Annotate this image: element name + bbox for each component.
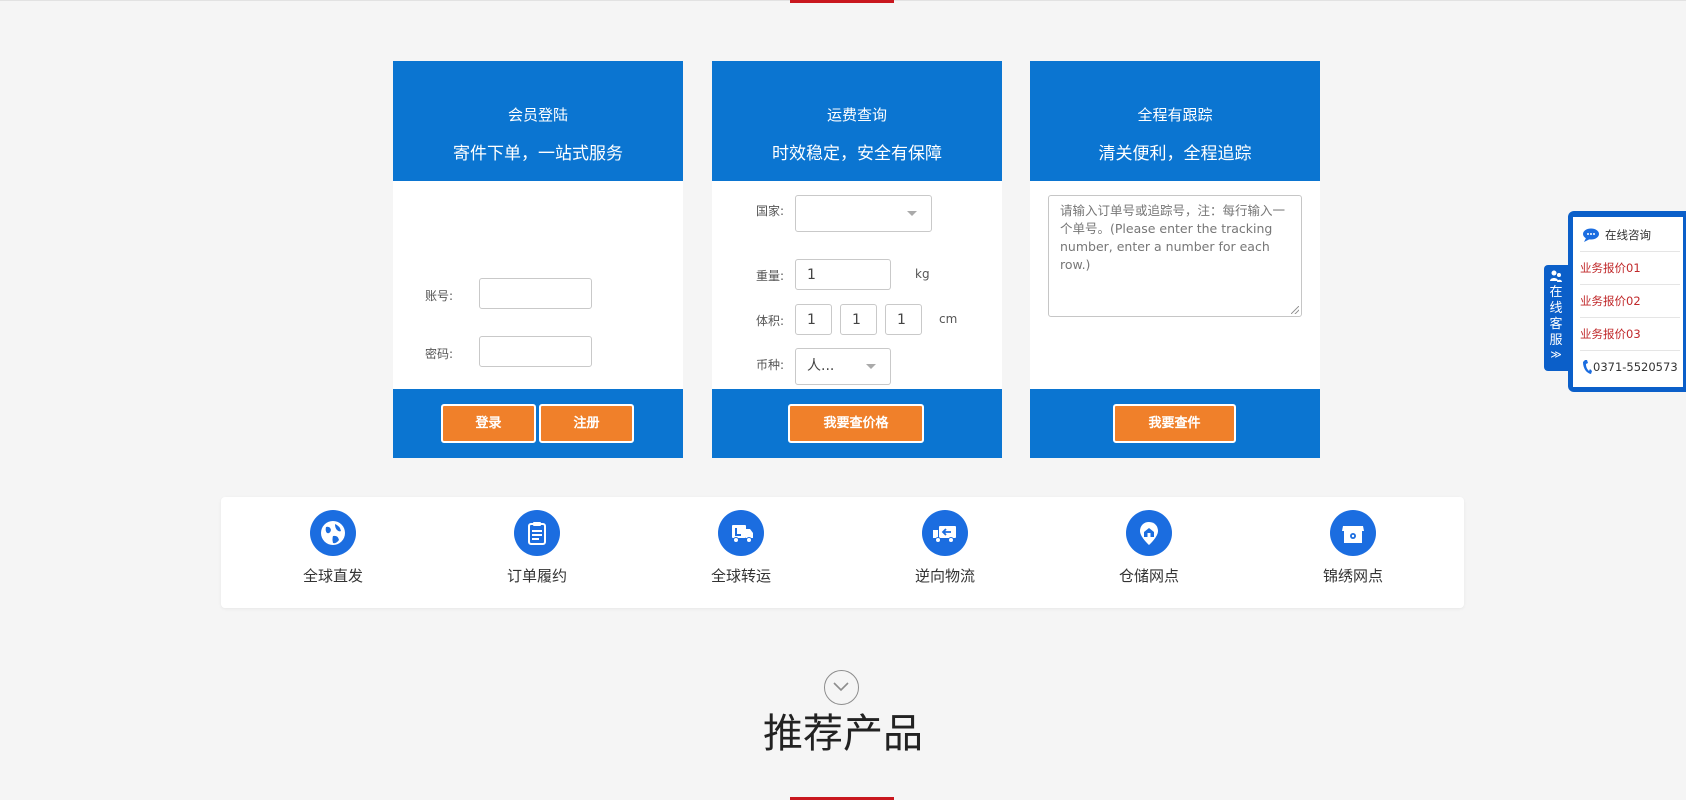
chevron-down-icon [907,211,917,216]
scroll-down-button[interactable] [824,670,859,705]
account-input[interactable] [479,278,592,309]
resize-handle-icon[interactable] [1291,306,1299,314]
feature-label: 订单履约 [506,567,567,585]
country-select[interactable] [795,195,932,232]
weight-unit: kg [915,267,930,281]
login-card-header: 会员登陆 寄件下单，一站式服务 [393,61,683,181]
account-label: 账号: [425,289,454,303]
feature-item-warehouse-points[interactable]: 仓储网点 [1084,510,1214,586]
tracking-placeholder: 请输入订单号或追踪号，注：每行输入一个单号。(Please enter the … [1060,203,1286,272]
feature-item-order-fulfillment[interactable]: 订单履约 [472,510,602,586]
login-card-footer: 登录 注册 [393,389,683,458]
login-button[interactable]: 登录 [441,404,536,443]
feature-label: 锦绣网点 [1322,567,1383,585]
online-service-tab-label: 在线客服 [1549,285,1563,348]
feature-label: 逆向物流 [914,567,975,585]
freight-card-subtitle: 时效稳定，安全有保障 [772,144,942,164]
store-icon [1330,510,1376,556]
chat-bubble-icon [1583,228,1599,242]
online-consult-row[interactable]: 在线咨询 [1580,219,1680,252]
feature-item-reverse-logistics[interactable]: 逆向物流 [880,510,1010,586]
password-label: 密码: [425,347,454,361]
query-price-button[interactable]: 我要查价格 [788,404,924,443]
feature-label: 全球转运 [710,567,771,585]
online-consult-label: 在线咨询 [1605,228,1651,242]
tracking-card: 全程有跟踪 清关便利，全程追踪 请输入订单号或追踪号，注：每行输入一个单号。(P… [1030,61,1320,458]
register-button[interactable]: 注册 [539,404,634,443]
tracking-card-subtitle: 清关便利，全程追踪 [1098,144,1252,164]
reverse-truck-icon [922,510,968,556]
login-card: 会员登陆 寄件下单，一站式服务 账号: 密码: 登录 注册 [393,61,683,458]
country-label: 国家: [756,204,785,218]
quote-link-02[interactable]: 业务报价02 [1580,285,1680,318]
feature-item-global-forwarding[interactable]: 全球转运 [676,510,806,586]
freight-card-title: 运费查询 [826,106,887,124]
globe-icon [310,510,356,556]
quote-link-01[interactable]: 业务报价01 [1580,252,1680,285]
login-card-subtitle: 寄件下单，一站式服务 [453,144,623,164]
tracking-card-footer: 我要查件 [1030,389,1320,458]
weight-input[interactable]: 1 [795,259,891,290]
chevron-down-icon [866,364,876,369]
tracking-card-title: 全程有跟踪 [1137,106,1213,124]
top-accent-bar [790,0,894,3]
chevron-down-icon [833,682,849,692]
feature-item-global-direct[interactable]: 全球直发 [268,510,398,586]
currency-select-value: 人... [807,358,835,374]
quote-link-03[interactable]: 业务报价03 [1580,318,1680,351]
clipboard-icon [514,510,560,556]
query-tracking-button[interactable]: 我要查件 [1113,404,1236,443]
freight-card-header: 运费查询 时效稳定，安全有保障 [712,61,1002,181]
phone-row[interactable]: 0371-5520573 [1580,351,1680,383]
password-input[interactable] [479,336,592,367]
volume-length-input[interactable]: 1 [795,304,832,335]
online-service-tab[interactable]: 在线客服 ≫ [1544,265,1568,371]
tracking-card-header: 全程有跟踪 清关便利，全程追踪 [1030,61,1320,181]
freight-card-footer: 我要查价格 [712,389,1002,458]
tracking-number-textarea[interactable]: 请输入订单号或追踪号，注：每行输入一个单号。(Please enter the … [1048,195,1302,317]
feature-item-jinxiu-points[interactable]: 锦绣网点 [1288,510,1418,586]
feature-label: 仓储网点 [1118,567,1179,585]
weight-label: 重量: [756,269,785,283]
login-card-title: 会员登陆 [507,106,568,124]
user-icon [1550,270,1562,282]
features-bar: 全球直发 订单履约 全球转运 逆向物流 仓储网点 锦绣网点 [221,497,1464,608]
currency-select[interactable]: 人... [795,348,891,385]
warehouse-location-icon [1126,510,1172,556]
online-service-panel: 在线咨询 业务报价01 业务报价02 业务报价03 0371-5520573 [1568,211,1686,392]
section-title: 推荐产品 [763,711,923,757]
phone-icon [1583,360,1592,374]
volume-unit: cm [939,312,958,326]
online-service-list: 在线咨询 业务报价01 业务报价02 业务报价03 0371-5520573 [1573,217,1683,387]
volume-label: 体积: [756,314,785,328]
volume-height-input[interactable]: 1 [885,304,922,335]
phone-number: 0371-5520573 [1593,360,1678,374]
truck-icon [718,510,764,556]
currency-label: 币种: [756,358,785,372]
freight-card: 运费查询 时效稳定，安全有保障 国家: 重量: 1 kg 体积: 1 1 1 c… [712,61,1002,458]
volume-width-input[interactable]: 1 [840,304,877,335]
feature-label: 全球直发 [302,567,363,585]
expand-arrow-icon: ≫ [1550,348,1562,361]
